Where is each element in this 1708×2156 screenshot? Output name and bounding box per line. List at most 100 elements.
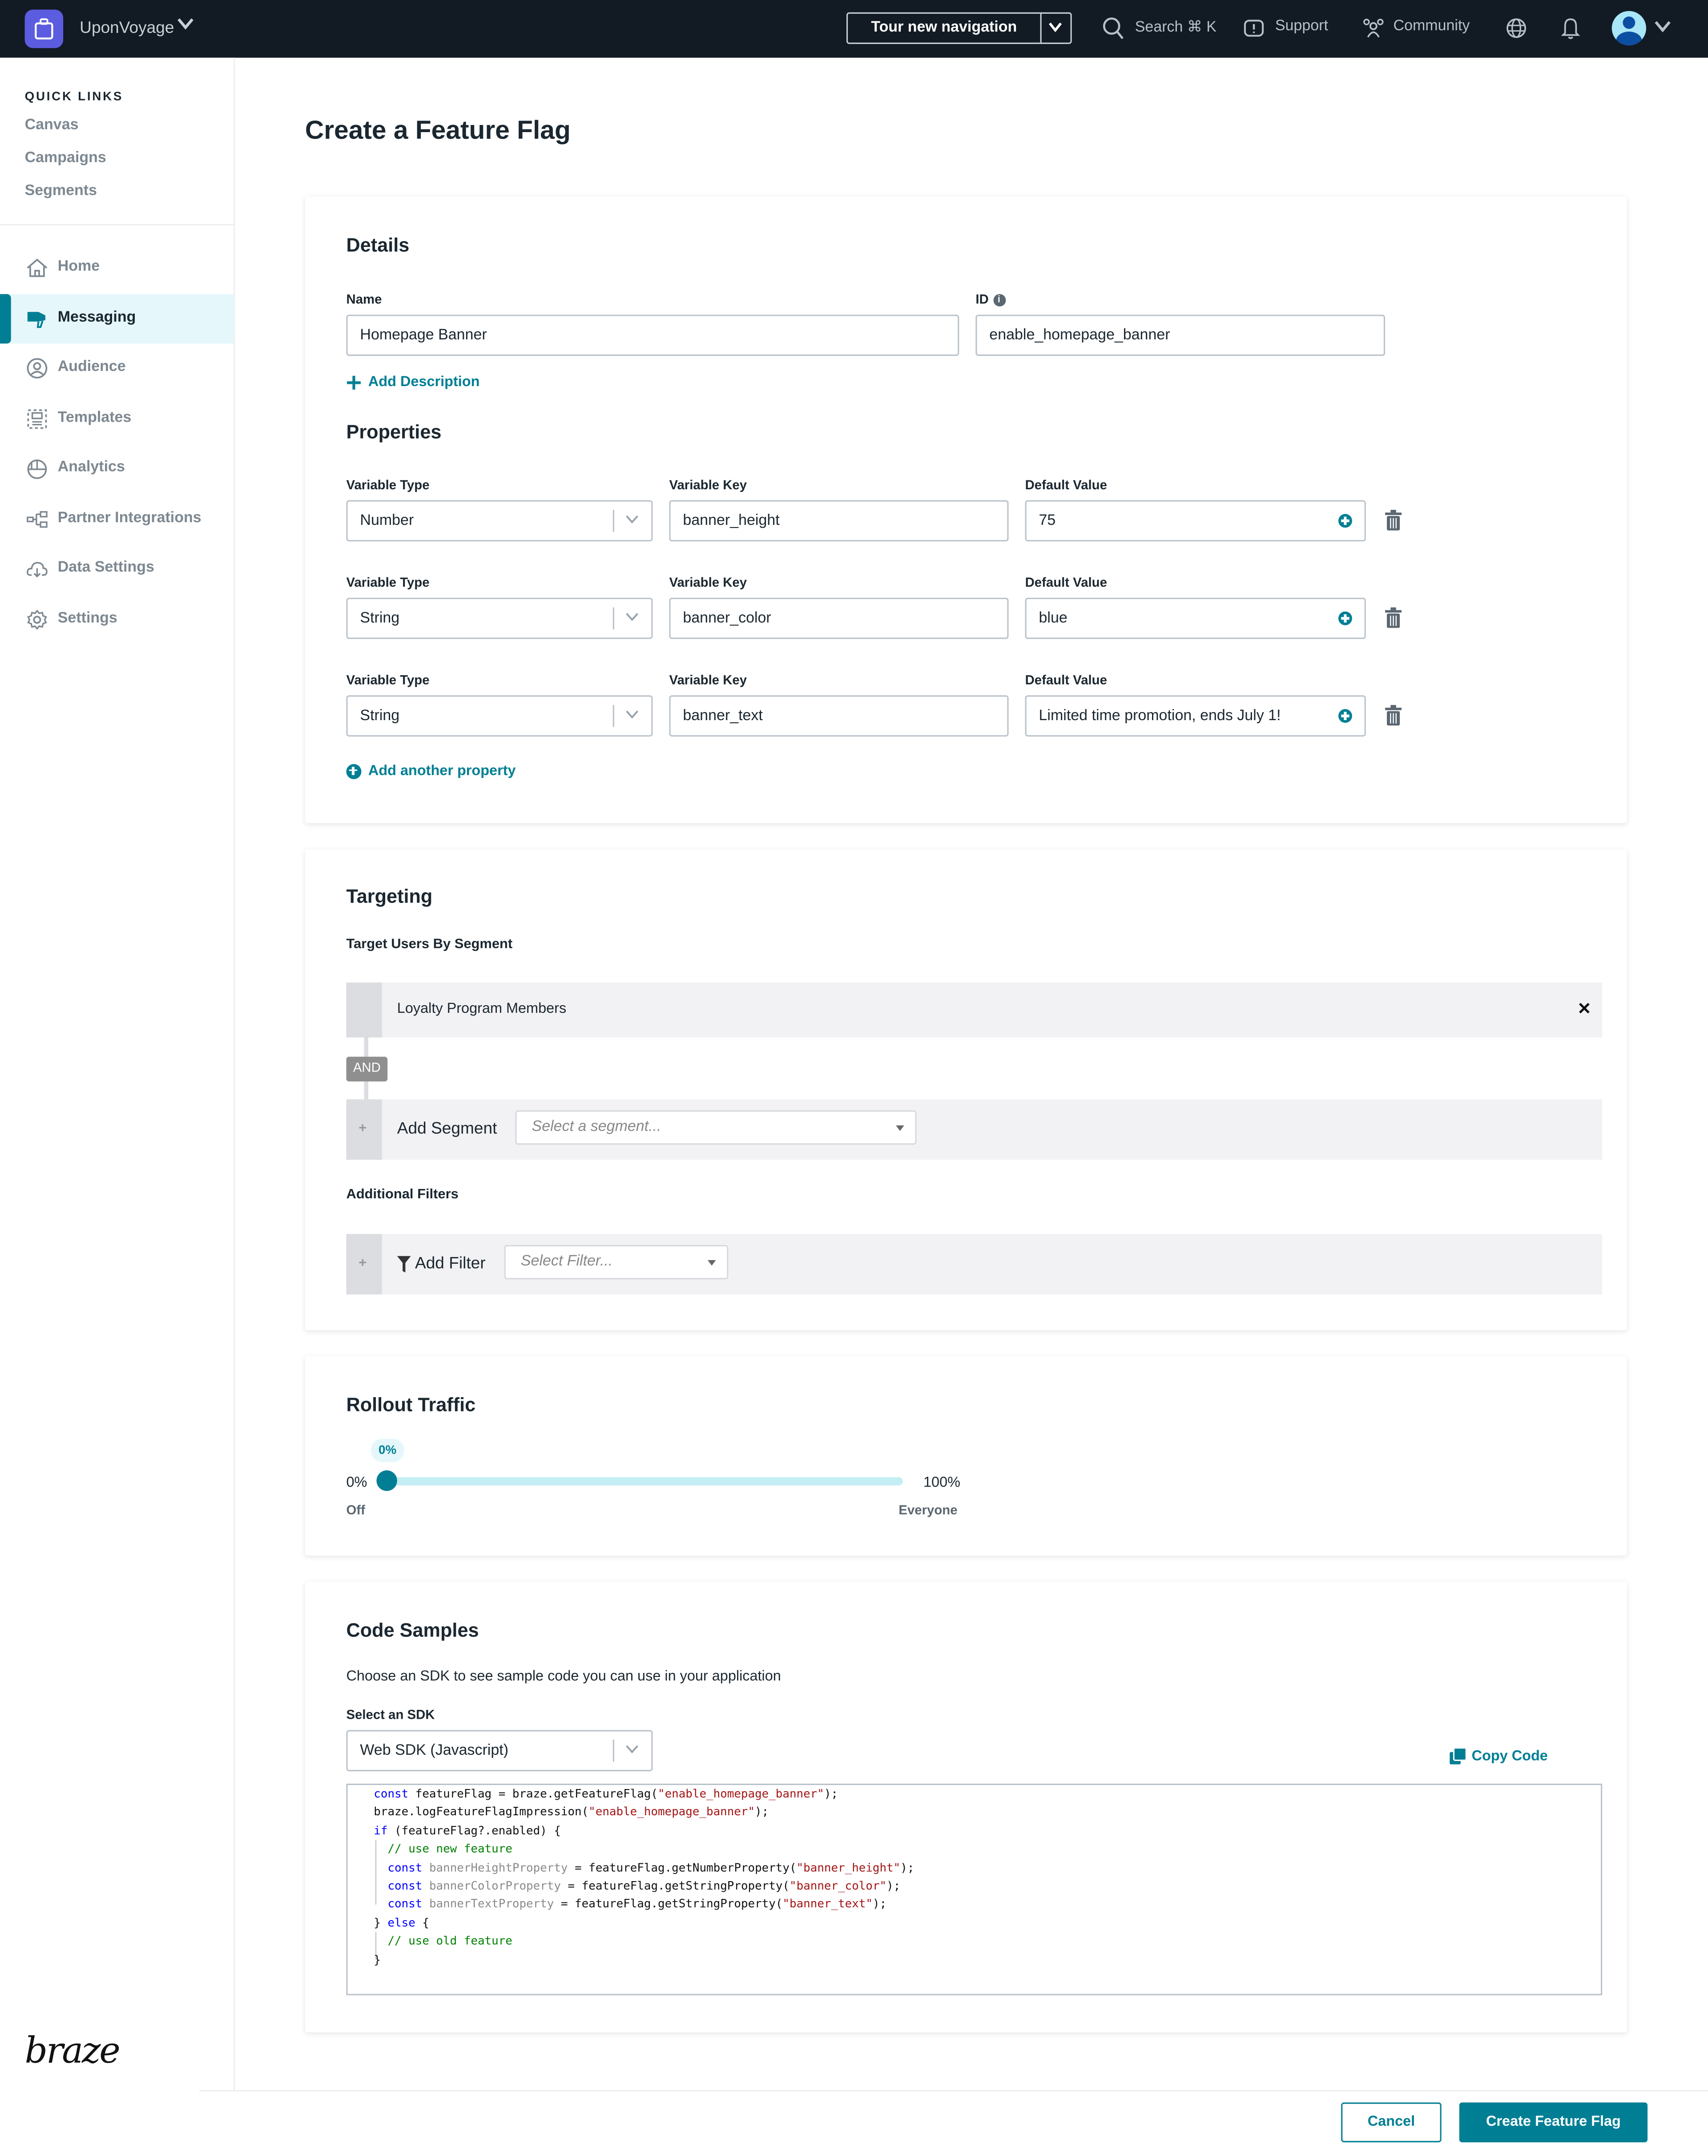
trash-icon[interactable] [1385, 607, 1402, 628]
default-value-input[interactable]: Limited time promotion, ends July 1! [1025, 695, 1366, 737]
remove-segment-icon[interactable]: ✕ [1577, 999, 1591, 1018]
code-line: const bannerColorProperty = featureFlag.… [374, 1877, 900, 1895]
bell-icon[interactable] [1561, 16, 1580, 40]
support-icon[interactable] [1244, 19, 1264, 38]
code-token: { [415, 1915, 429, 1929]
rollout-slider-track[interactable] [389, 1477, 903, 1486]
code-token: const [374, 1786, 409, 1800]
user-avatar[interactable] [1611, 11, 1646, 45]
chevron-down-icon[interactable] [177, 16, 194, 30]
search-button[interactable]: Search ⌘ K [1135, 18, 1217, 36]
code-token: const [387, 1878, 423, 1892]
sidebar-item-label: Data Settings [57, 559, 154, 576]
add-segment-label: Add Segment [397, 1118, 497, 1138]
name-input[interactable]: Homepage Banner [346, 314, 959, 356]
templates-icon [27, 409, 47, 429]
trash-icon[interactable] [1385, 705, 1402, 726]
id-input[interactable]: enable_homepage_banner [975, 314, 1386, 356]
code-token: = featureFlag.getStringProperty( [554, 1897, 783, 1911]
copy-code-button[interactable]: Copy Code [1450, 1748, 1548, 1765]
page-title: Create a Feature Flag [305, 117, 571, 146]
tour-navigation-label[interactable]: Tour new navigation [848, 14, 1040, 43]
variable-key-input[interactable]: banner_color [669, 597, 1009, 639]
code-token: else [387, 1915, 415, 1929]
variable-type-select[interactable]: String [346, 695, 653, 737]
variable-key-input[interactable]: banner_text [669, 695, 1009, 737]
default-value-text: Limited time promotion, ends July 1! [1039, 707, 1281, 725]
quick-links-title: QUICK LINKS [24, 89, 124, 103]
rollout-min-label: 0% [346, 1474, 367, 1491]
caret-down-icon [896, 1125, 904, 1131]
plus-circle-icon[interactable] [1338, 709, 1352, 723]
search-icon[interactable] [1102, 16, 1124, 40]
sidebar-item-templates[interactable]: Templates [0, 395, 234, 444]
chevron-down-icon[interactable] [1655, 19, 1671, 33]
add-description-button[interactable]: Add Description [346, 374, 479, 390]
create-feature-flag-button[interactable]: Create Feature Flag [1459, 2102, 1648, 2143]
rollout-slider-thumb[interactable] [376, 1470, 397, 1491]
default-value-label: Default Value [1025, 576, 1107, 591]
add-filter-row: + Add Filter Select Filter... [346, 1234, 1603, 1295]
variable-key-input[interactable]: banner_height [669, 500, 1009, 542]
sidebar-item-messaging[interactable]: Messaging [0, 294, 234, 344]
cancel-button[interactable]: Cancel [1341, 2102, 1442, 2143]
code-line: braze.logFeatureFlagImpression("enable_h… [374, 1803, 769, 1822]
chevron-down-icon [626, 710, 638, 719]
community-icon[interactable] [1362, 18, 1385, 38]
integrations-icon [27, 511, 48, 528]
code-token: ); [872, 1897, 887, 1911]
add-segment-row: + Add Segment Select a segment... [346, 1099, 1603, 1160]
variable-type-select[interactable]: String [346, 597, 653, 639]
default-value-input[interactable]: blue [1025, 597, 1366, 639]
active-indicator [0, 294, 11, 344]
sidebar-item-analytics[interactable]: Analytics [0, 444, 234, 493]
chevron-down-icon[interactable] [1047, 20, 1063, 34]
info-icon[interactable]: i [993, 294, 1005, 306]
default-value-input[interactable]: 75 [1025, 500, 1366, 542]
sidebar-item-label: Analytics [57, 459, 125, 476]
sidebar-item-data-settings[interactable]: Data Settings [0, 544, 234, 593]
code-token: "enable_homepage_banner" [588, 1805, 755, 1819]
sidebar-item-partner-integrations[interactable]: Partner Integrations [0, 495, 234, 544]
plus-circle-icon[interactable] [1338, 514, 1352, 528]
code-token: } [374, 1915, 388, 1929]
variable-type-select[interactable]: Number [346, 500, 653, 542]
sidebar-item-settings[interactable]: Settings [0, 595, 234, 645]
sidebar-item-label: Home [57, 258, 100, 275]
code-sample-block[interactable]: const featureFlag = braze.getFeatureFlag… [346, 1783, 1603, 1995]
add-property-button[interactable]: Add another property [346, 763, 516, 779]
id-label: ID [975, 293, 989, 308]
code-line: const featureFlag = braze.getFeatureFlag… [374, 1785, 838, 1803]
sidebar-item-audience[interactable]: Audience [0, 343, 234, 393]
globe-icon[interactable] [1506, 18, 1527, 38]
trash-icon[interactable] [1385, 510, 1402, 531]
segment-select[interactable]: Select a segment... [515, 1110, 917, 1145]
tour-navigation-button[interactable]: Tour new navigation [846, 12, 1072, 44]
quick-link-campaigns[interactable]: Campaigns [25, 150, 106, 166]
audience-icon [27, 358, 48, 379]
sdk-select[interactable]: Web SDK (Javascript) [346, 1730, 653, 1772]
filter-select[interactable]: Select Filter... [504, 1245, 729, 1280]
variable-key-label: Variable Key [669, 673, 747, 689]
code-line: // use new feature [374, 1840, 512, 1858]
sidebar-item-home[interactable]: Home [0, 243, 234, 293]
workspace-logo[interactable] [24, 9, 64, 48]
support-link[interactable]: Support [1275, 18, 1328, 34]
variable-type-value: String [360, 707, 400, 725]
app-root: UponVoyage Tour new navigation Search ⌘ … [0, 0, 1708, 2156]
workspace-name[interactable]: UponVoyage [80, 18, 174, 37]
default-value-label: Default Value [1025, 673, 1107, 689]
selected-segment-name: Loyalty Program Members [397, 1000, 567, 1017]
chevron-down-icon [626, 1745, 638, 1753]
quick-link-canvas[interactable]: Canvas [25, 117, 79, 133]
sidebar: QUICK LINKS Canvas Campaigns Segments Ho… [0, 57, 235, 2155]
plus-circle-icon[interactable] [1338, 611, 1352, 625]
rollout-value-bubble: 0% [371, 1439, 404, 1463]
quick-link-segments[interactable]: Segments [25, 183, 97, 199]
copy-icon [1450, 1748, 1466, 1765]
community-link[interactable]: Community [1394, 18, 1470, 34]
